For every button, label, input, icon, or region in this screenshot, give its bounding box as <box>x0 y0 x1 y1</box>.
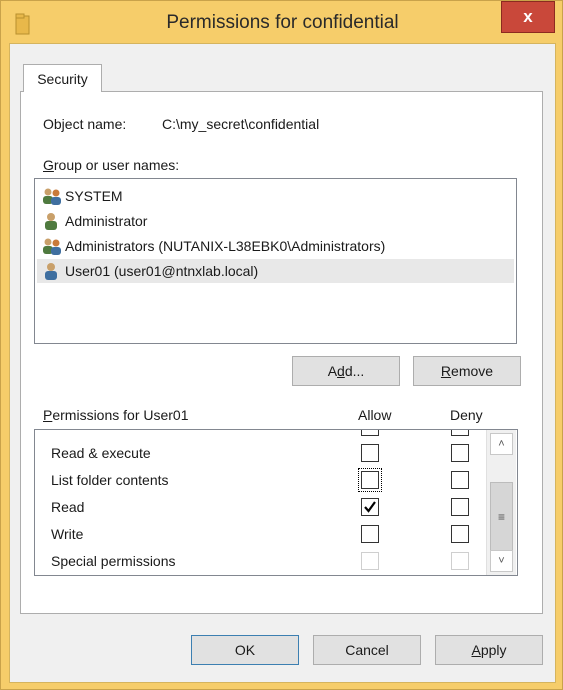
user-group-icon <box>41 236 63 256</box>
checkmark-icon <box>364 501 376 513</box>
user-icon <box>41 261 63 281</box>
permission-name: Read <box>51 499 85 515</box>
list-item[interactable]: Administrator <box>37 209 514 233</box>
permission-row-read: Read <box>35 494 485 521</box>
permission-row-special-permissions: Special permissions <box>35 548 485 575</box>
list-item-label: User01 (user01@ntnxlab.local) <box>65 263 259 279</box>
object-name-label: Object name: <box>43 116 127 132</box>
list-item-label: Administrator <box>65 213 148 229</box>
allow-checkbox[interactable] <box>361 430 379 436</box>
window-title: Permissions for confidential <box>166 12 399 33</box>
deny-checkbox[interactable] <box>451 430 469 436</box>
deny-checkbox[interactable] <box>451 498 469 516</box>
deny-header: Deny <box>450 407 483 423</box>
scroll-down-icon[interactable]: ˅ <box>490 550 513 572</box>
permissions-scrollbar[interactable]: ˄ ≡ ˅ <box>486 430 516 575</box>
list-item-label: SYSTEM <box>65 188 123 204</box>
deny-checkbox[interactable] <box>451 525 469 543</box>
allow-checkbox[interactable] <box>361 498 379 516</box>
scroll-thumb[interactable]: ≡ <box>490 482 513 552</box>
add-button[interactable]: Ad d... <box>292 356 400 386</box>
allow-header: Allow <box>358 407 392 423</box>
group-user-names-label: Group or user names: <box>43 157 180 173</box>
scroll-up-icon[interactable]: ˄ <box>490 433 513 455</box>
allow-checkbox <box>361 552 379 570</box>
close-icon: x <box>523 7 533 26</box>
allow-checkbox[interactable] <box>361 525 379 543</box>
group-user-list[interactable]: SYSTEM Administrator Administrators (NUT… <box>34 178 517 344</box>
permission-row-list-folder-contents: List folder contents <box>35 467 485 494</box>
object-name-value: C:\my_secret\confidential <box>162 116 320 132</box>
permissions-dialog: Permissions for confidential x Security … <box>0 0 563 690</box>
permission-name: Write <box>51 526 84 542</box>
deny-checkbox <box>451 552 469 570</box>
permissions-list[interactable]: Read & execute List folder contents Read… <box>34 429 518 576</box>
permission-row-write: Write <box>35 521 485 548</box>
permission-name: Read & execute <box>51 445 151 461</box>
list-item-label: Administrators (NUTANIX-L38EBK0\Administ… <box>65 238 386 254</box>
permission-name: List folder contents <box>51 472 169 488</box>
ok-button[interactable]: OK <box>191 635 299 665</box>
apply-button[interactable]: Apply <box>435 635 543 665</box>
permission-name: Special permissions <box>51 553 176 569</box>
list-item-selected[interactable]: User01 (user01@ntnxlab.local) <box>37 259 514 283</box>
permission-row-read-execute: Read & execute <box>35 440 485 467</box>
title-bar[interactable]: Permissions for confidential x <box>1 1 563 43</box>
cancel-button[interactable]: Cancel <box>313 635 421 665</box>
allow-checkbox[interactable] <box>358 468 382 492</box>
list-item[interactable]: Administrators (NUTANIX-L38EBK0\Administ… <box>37 234 514 258</box>
dialog-body: Security Object name: C:\my_secret\confi… <box>9 43 556 683</box>
close-button[interactable]: x <box>501 1 555 33</box>
user-group-icon <box>41 186 63 206</box>
tab-security[interactable]: Security <box>23 64 102 92</box>
allow-checkbox[interactable] <box>361 444 379 462</box>
remove-button[interactable]: Remove <box>413 356 521 386</box>
deny-checkbox[interactable] <box>451 471 469 489</box>
user-icon <box>41 211 63 231</box>
list-item[interactable]: SYSTEM <box>37 184 514 208</box>
grip-icon: ≡ <box>497 510 505 524</box>
permissions-label: Permissions for User01 <box>43 407 189 423</box>
deny-checkbox[interactable] <box>451 444 469 462</box>
